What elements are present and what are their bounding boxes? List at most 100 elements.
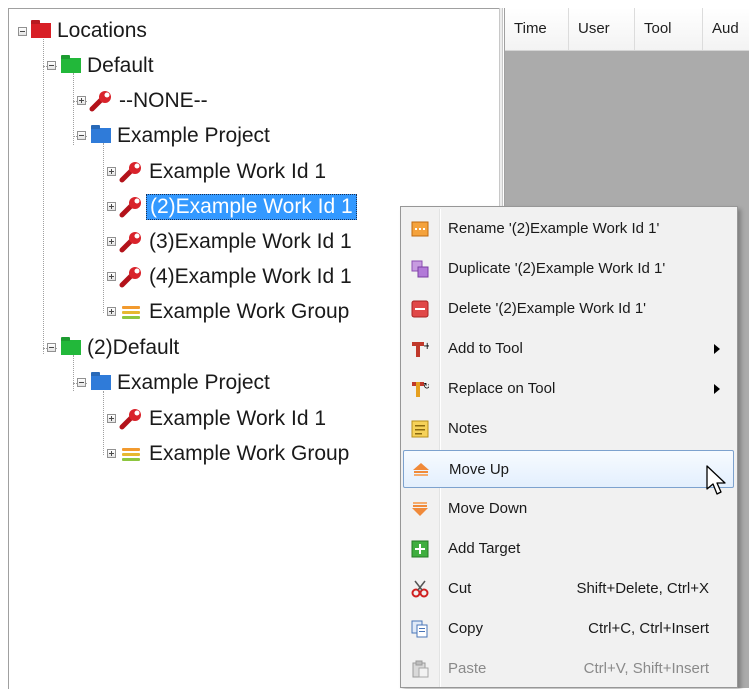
tree-connector [103, 143, 104, 313]
column-header-user[interactable]: User [569, 8, 635, 50]
move-up-icon [412, 461, 430, 479]
submenu-arrow-icon [714, 344, 720, 354]
tree-node-work-id-1[interactable]: Example Work Id 1 [119, 156, 326, 188]
menu-item-label: Duplicate '(2)Example Work Id 1' [448, 260, 666, 277]
tree-node-label: (2)Example Work Id 1 [146, 194, 357, 220]
menu-item-add-to-tool[interactable]: + Add to Tool [403, 330, 734, 368]
collapse-toggle[interactable] [47, 61, 56, 70]
folder-icon [91, 374, 111, 390]
mouse-pointer-icon [706, 465, 726, 495]
tree-node-label: Example Work Group [149, 442, 350, 465]
menu-item-shortcut: Ctrl+V, Shift+Insert [583, 660, 709, 677]
wrench-icon [119, 409, 141, 430]
context-menu: Rename '(2)Example Work Id 1' Duplicate … [400, 206, 738, 688]
expand-toggle[interactable] [107, 272, 116, 281]
menu-item-shortcut: Shift+Delete, Ctrl+X [576, 580, 709, 597]
menu-item-delete[interactable]: Delete '(2)Example Work Id 1' [403, 290, 734, 328]
menu-item-label: Cut [448, 580, 472, 597]
move-down-icon [411, 500, 429, 518]
folder-icon [61, 339, 81, 355]
menu-item-label: Delete '(2)Example Work Id 1' [448, 300, 647, 317]
menu-item-label: Add Target [448, 540, 521, 557]
expand-toggle[interactable] [107, 167, 116, 176]
tree-node-label: Example Work Group [149, 300, 350, 323]
tree-node-work-id-2-selected[interactable]: (2)Example Work Id 1 [119, 191, 357, 223]
tree-node-label: Example Project [117, 124, 270, 147]
svg-text:↻: ↻ [423, 382, 429, 392]
work-group-icon [122, 447, 140, 462]
expand-toggle[interactable] [77, 96, 86, 105]
tree-node-label: Example Work Id 1 [149, 407, 327, 430]
wrench-icon [119, 197, 141, 218]
tree-node-label: Example Work Id 1 [149, 160, 327, 183]
collapse-toggle[interactable] [47, 343, 56, 352]
copy-icon [411, 620, 429, 638]
menu-item-label: Paste [448, 660, 487, 677]
folder-icon [61, 57, 81, 73]
column-header-aud[interactable]: Aud [703, 8, 749, 50]
svg-text:+: + [423, 341, 429, 352]
menu-item-duplicate[interactable]: Duplicate '(2)Example Work Id 1' [403, 250, 734, 288]
rename-icon [411, 220, 429, 238]
menu-item-paste[interactable]: Paste Ctrl+V, Shift+Insert [403, 650, 734, 688]
tree-node-work-group[interactable]: Example Work Group [122, 296, 349, 328]
tool-replace-icon: ↻ [411, 380, 429, 398]
tree-node-locations[interactable]: Locations [31, 15, 147, 47]
menu-item-copy[interactable]: Copy Ctrl+C, Ctrl+Insert [403, 610, 734, 648]
column-header-time[interactable]: Time [505, 8, 569, 50]
menu-item-add-target[interactable]: Add Target [403, 530, 734, 568]
tree-connector [103, 391, 104, 455]
folder-icon [91, 127, 111, 143]
menu-item-shortcut: Ctrl+C, Ctrl+Insert [588, 620, 709, 637]
menu-item-label: Replace on Tool [448, 380, 556, 397]
tree-connector [73, 73, 74, 145]
tree-node-label: (3)Example Work Id 1 [149, 230, 352, 253]
collapse-toggle[interactable] [77, 378, 86, 387]
menu-item-move-down[interactable]: Move Down [403, 490, 734, 528]
wrench-icon [119, 162, 141, 183]
wrench-icon [89, 91, 111, 112]
notes-icon [411, 420, 429, 438]
tool-plus-icon: + [411, 340, 429, 358]
expand-toggle[interactable] [107, 414, 116, 423]
wrench-icon [119, 232, 141, 253]
duplicate-icon [411, 260, 429, 278]
expand-toggle[interactable] [107, 202, 116, 211]
tree-node-work-id-3[interactable]: (3)Example Work Id 1 [119, 226, 352, 258]
tree-node-label: --NONE-- [119, 89, 208, 112]
tree-node-label: Default [87, 54, 154, 77]
menu-item-move-up[interactable]: Move Up [403, 450, 734, 488]
grid-header: Time User Tool Aud [505, 8, 749, 51]
tree-node-default[interactable]: Default [61, 50, 154, 82]
tree-node-example-project-2[interactable]: Example Project [91, 367, 270, 399]
menu-item-label: Move Up [449, 461, 510, 478]
add-target-icon [411, 540, 429, 558]
work-group-icon [122, 305, 140, 320]
tree-node-work-group-2[interactable]: Example Work Group [122, 438, 349, 470]
submenu-arrow-icon [714, 384, 720, 394]
wrench-icon [119, 267, 141, 288]
tree-node-work-id-5[interactable]: Example Work Id 1 [119, 403, 326, 435]
expand-toggle[interactable] [107, 307, 116, 316]
tree-node-default-2[interactable]: (2)Default [61, 332, 179, 364]
menu-item-label: Rename '(2)Example Work Id 1' [448, 220, 660, 237]
menu-item-label: Notes [448, 420, 488, 437]
menu-item-rename[interactable]: Rename '(2)Example Work Id 1' [403, 210, 734, 248]
tree-node-work-id-4[interactable]: (4)Example Work Id 1 [119, 261, 352, 293]
column-header-tool[interactable]: Tool [635, 8, 703, 50]
collapse-toggle[interactable] [18, 27, 27, 36]
tree-node-none[interactable]: --NONE-- [89, 85, 208, 117]
menu-item-label: Move Down [448, 500, 528, 517]
expand-toggle[interactable] [107, 449, 116, 458]
menu-item-replace-on-tool[interactable]: ↻ Replace on Tool [403, 370, 734, 408]
collapse-toggle[interactable] [77, 131, 86, 140]
menu-item-cut[interactable]: Cut Shift+Delete, Ctrl+X [403, 570, 734, 608]
paste-icon [411, 660, 429, 678]
scissors-icon [411, 580, 429, 598]
menu-item-notes[interactable]: Notes [403, 410, 734, 448]
tree-node-example-project[interactable]: Example Project [91, 120, 270, 152]
delete-icon [411, 300, 429, 318]
tree-node-label: (4)Example Work Id 1 [149, 265, 352, 288]
expand-toggle[interactable] [107, 237, 116, 246]
tree-node-label: Example Project [117, 371, 270, 394]
